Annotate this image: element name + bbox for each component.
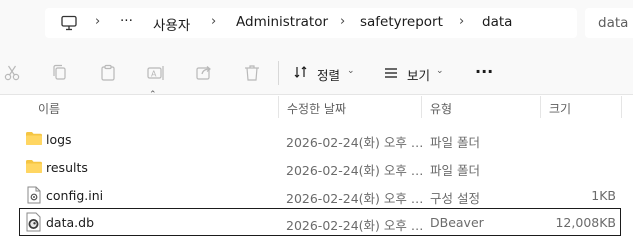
sort-button[interactable]: 정렬 ⌄	[290, 62, 360, 84]
view-label: 보기	[407, 68, 431, 83]
chevron-down-icon: ⌄	[347, 66, 355, 76]
column-divider[interactable]	[621, 96, 622, 118]
folder-icon	[25, 131, 43, 149]
file-row[interactable]: results 2026-02-24(화) 오후 … 파일 폴더	[20, 154, 620, 180]
file-name: data.db	[46, 215, 94, 230]
rename-icon[interactable]: A	[146, 63, 166, 83]
svg-text:A: A	[151, 70, 157, 79]
search-box[interactable]: data	[585, 8, 633, 38]
sort-icon	[293, 64, 309, 83]
column-header-size[interactable]: 크기	[549, 100, 571, 117]
column-divider[interactable]	[278, 96, 279, 118]
dbeaver-icon	[25, 212, 43, 235]
column-header-type[interactable]: 유형	[430, 100, 452, 117]
file-row-selected[interactable]: data.db 2026-02-24(화) 오후 … DBeaver 12,00…	[19, 208, 621, 236]
chevron-right-icon: ›	[211, 14, 217, 29]
chevron-right-icon: ›	[95, 14, 101, 29]
breadcrumb-item-administrator[interactable]: Administrator	[236, 14, 328, 30]
copy-icon[interactable]	[50, 63, 70, 83]
file-type: DBeaver	[430, 215, 484, 230]
breadcrumb-item-users[interactable]: 사용자	[153, 14, 190, 34]
settings-file-icon	[26, 186, 42, 207]
chevron-right-icon: ›	[340, 14, 346, 29]
toolbar-divider	[278, 61, 279, 85]
file-modified: 2026-02-24(화) 오후 …	[286, 191, 424, 206]
delete-icon[interactable]	[242, 63, 262, 83]
file-name: logs	[46, 132, 72, 147]
file-row[interactable]: config.ini 2026-02-24(화) 오후 … 구성 설정 1KB	[20, 182, 620, 208]
file-name: results	[46, 160, 88, 175]
column-header-modified[interactable]: 수정한 날짜	[287, 100, 346, 117]
more-options-button[interactable]: ···	[475, 62, 493, 81]
folder-icon	[25, 159, 43, 177]
paste-icon[interactable]	[98, 63, 118, 83]
column-divider[interactable]	[421, 96, 422, 118]
this-pc-icon[interactable]	[60, 14, 78, 32]
breadcrumb-item-safetyreport[interactable]: safetyreport	[360, 14, 443, 30]
file-modified: 2026-02-24(화) 오후 …	[286, 218, 424, 233]
breadcrumb-item-data[interactable]: data	[482, 14, 512, 30]
breadcrumb-overflow[interactable]: ···	[120, 13, 133, 29]
chevron-down-icon: ⌄	[436, 66, 444, 76]
file-type: 구성 설정	[430, 191, 480, 206]
file-size: 12,008KB	[555, 215, 616, 230]
file-modified: 2026-02-24(화) 오후 …	[286, 135, 424, 150]
share-icon[interactable]	[194, 63, 214, 83]
view-button[interactable]: 보기 ⌄	[380, 62, 450, 84]
view-list-icon	[383, 65, 399, 84]
file-name: config.ini	[46, 188, 104, 203]
search-text: data	[598, 15, 629, 31]
sort-label: 정렬	[317, 68, 341, 83]
file-row[interactable]: logs 2026-02-24(화) 오후 … 파일 폴더	[20, 126, 620, 152]
chevron-right-icon: ›	[459, 14, 465, 29]
cut-icon[interactable]	[2, 63, 22, 83]
file-type: 파일 폴더	[430, 135, 480, 150]
file-size: 1KB	[591, 188, 616, 203]
file-type: 파일 폴더	[430, 163, 480, 178]
column-header-name[interactable]: 이름	[38, 100, 60, 117]
column-divider[interactable]	[540, 96, 541, 118]
sort-ascending-icon: ⌃	[149, 90, 157, 100]
file-modified: 2026-02-24(화) 오후 …	[286, 163, 424, 178]
